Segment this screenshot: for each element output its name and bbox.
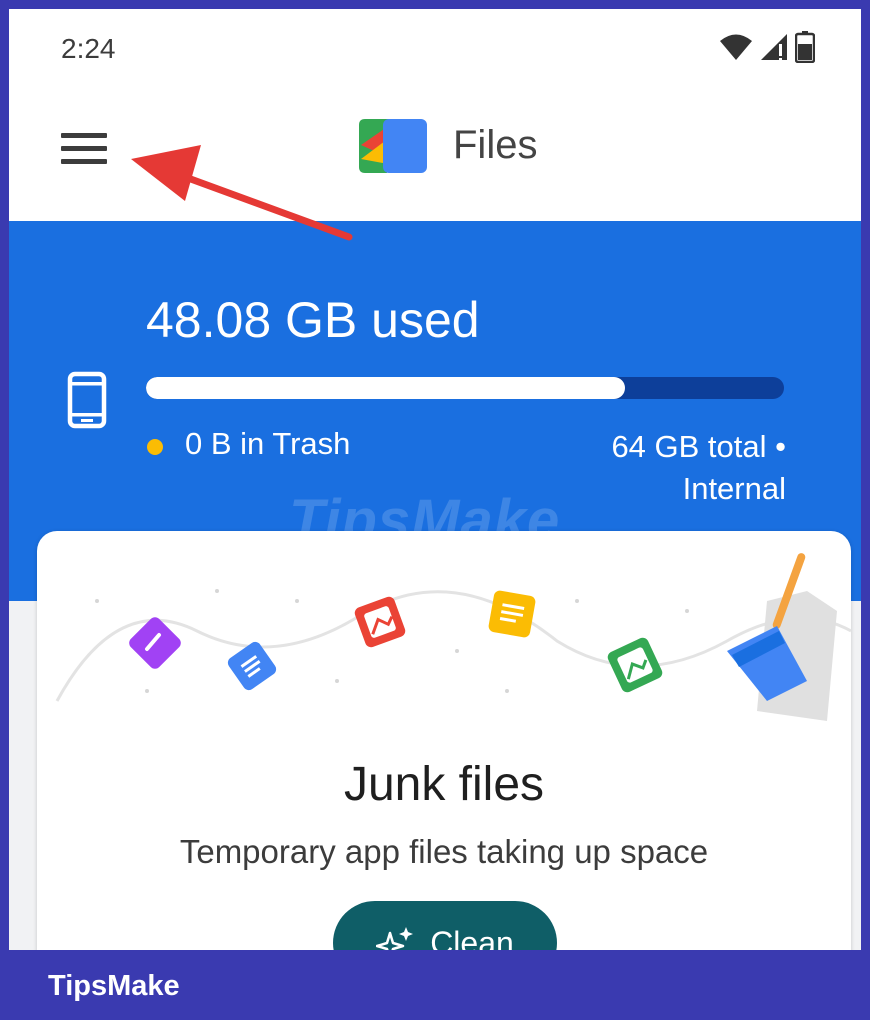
trash-label: 0 B in Trash [185, 426, 351, 461]
junk-files-illustration [55, 553, 851, 721]
brand-footer: TipsMake [0, 950, 870, 1020]
junk-files-subtitle: Temporary app files taking up space [179, 833, 709, 870]
hamburger-menu-icon [61, 133, 107, 164]
storage-total-line1: 64 GB total • [611, 429, 786, 464]
storage-progress-bar [146, 377, 784, 399]
brand-label: TipsMake [48, 970, 180, 1002]
image-file-icon-red [354, 596, 406, 648]
storage-total: 64 GB total • Internal [611, 426, 786, 510]
menu-button[interactable] [55, 119, 113, 177]
note-file-icon-yellow [488, 590, 536, 638]
junk-files-card[interactable]: Junk files Temporary app files taking up… [37, 531, 851, 1001]
status-bar: 2:24 [9, 9, 861, 91]
app-title-group: Files [357, 115, 537, 175]
image-file-icon-green [607, 637, 663, 693]
trash-indicator-dot [147, 439, 163, 455]
junk-files-title: Junk files [343, 758, 545, 811]
storage-used-label: 48.08 GB used [146, 292, 480, 348]
battery-icon [795, 31, 815, 63]
storage-progress-fill [146, 377, 625, 399]
status-time: 2:24 [61, 33, 116, 64]
app-title: Files [453, 122, 538, 167]
files-app-logo-icon [359, 119, 427, 173]
phone-icon [67, 371, 107, 429]
cellular-signal-icon [761, 34, 787, 60]
storage-total-line2: Internal [682, 471, 786, 506]
wifi-icon [720, 34, 752, 60]
app-bar: Files [9, 91, 861, 221]
broom-icon [727, 553, 837, 721]
screenshot-frame: 2:24 Files 48.08 GB used 0 B in Trash 64… [0, 0, 870, 1020]
status-icons [719, 31, 815, 63]
